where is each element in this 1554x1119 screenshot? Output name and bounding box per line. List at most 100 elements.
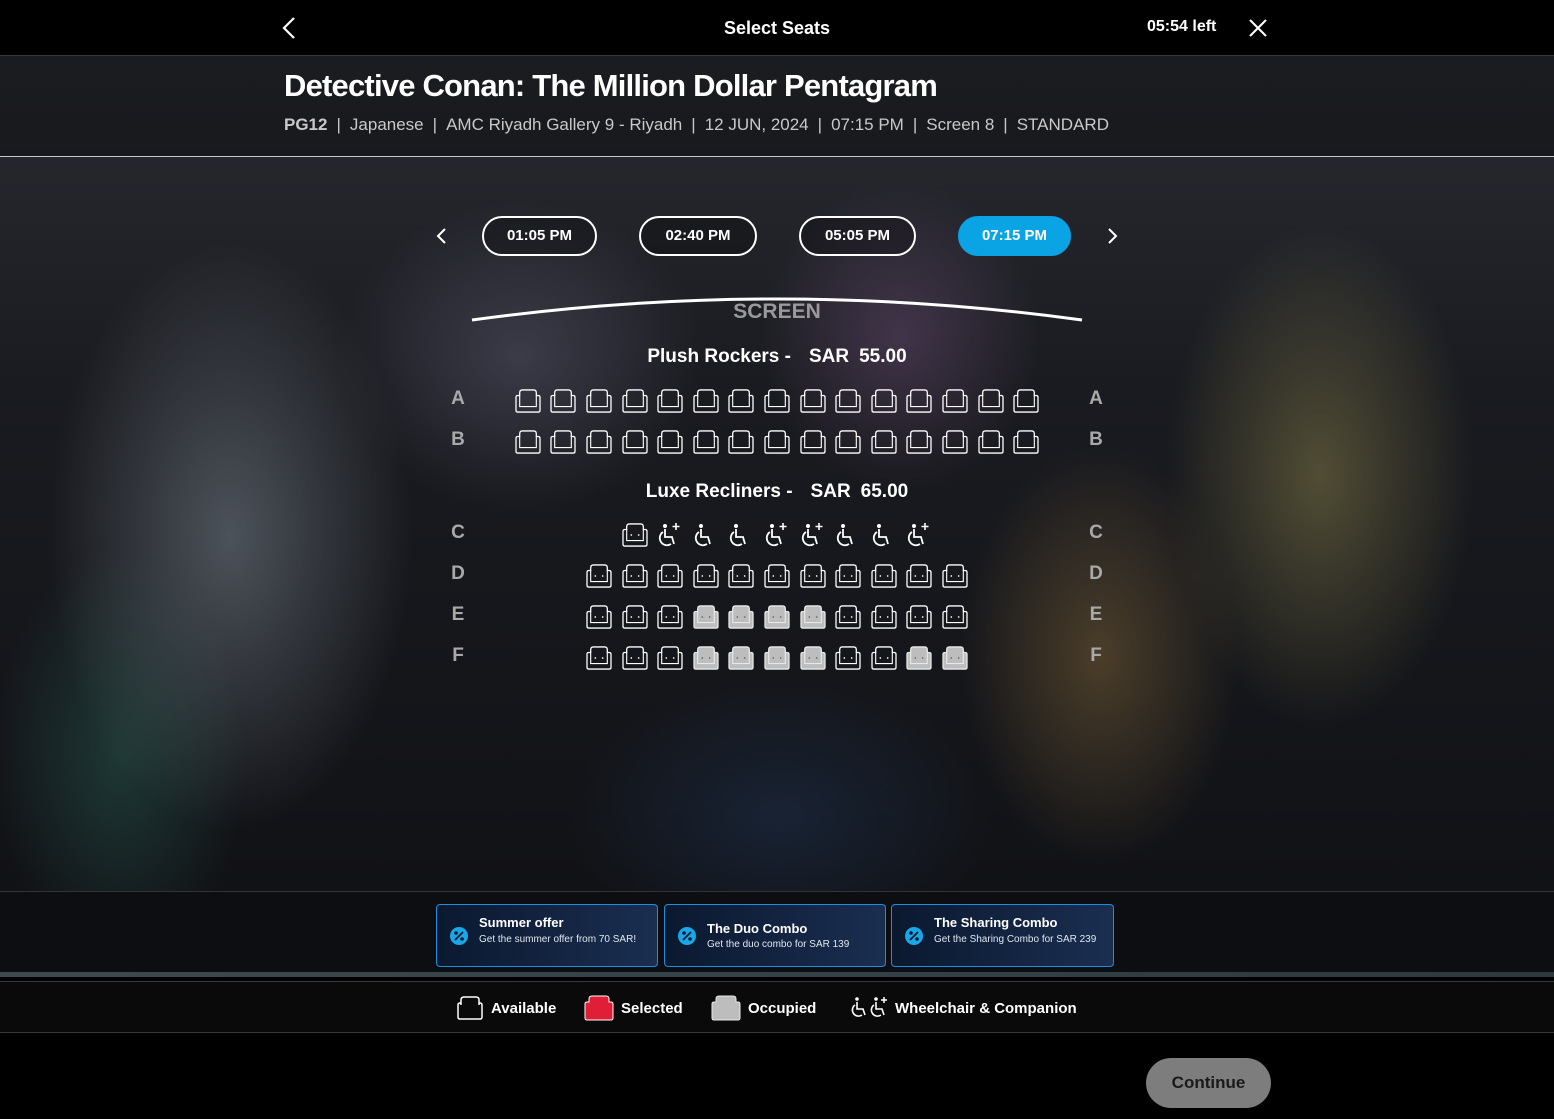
prev-showtime-arrow-icon[interactable] bbox=[432, 224, 452, 248]
row-letter-f-right: F bbox=[1090, 645, 1102, 666]
row-letter-b-right: B bbox=[1089, 429, 1103, 450]
seat-c2-companion-icon[interactable] bbox=[656, 522, 684, 548]
section-title-plush-rockers: Plush Rockers - SAR 55.00 bbox=[0, 346, 1554, 368]
section-name: Plush Rockers - bbox=[647, 346, 791, 367]
seat-e9-available[interactable] bbox=[870, 605, 898, 629]
close-icon[interactable] bbox=[1246, 16, 1270, 40]
seat-d9-available[interactable] bbox=[870, 564, 898, 588]
seat-c4-wheelchair-icon[interactable] bbox=[727, 522, 755, 548]
seat-a14-available[interactable] bbox=[977, 389, 1005, 413]
seat-d7-available[interactable] bbox=[799, 564, 827, 588]
show-time: 07:15 PM bbox=[831, 115, 904, 134]
showtime-0240[interactable]: 02:40 PM bbox=[639, 216, 757, 256]
seat-a3-available[interactable] bbox=[585, 389, 613, 413]
seat-a9-available[interactable] bbox=[799, 389, 827, 413]
screen-label: SCREEN bbox=[733, 300, 821, 323]
available-seat-icon bbox=[457, 996, 483, 1020]
seat-b14-available[interactable] bbox=[977, 430, 1005, 454]
seat-c1-available[interactable] bbox=[621, 523, 649, 547]
seat-c3-wheelchair-icon[interactable] bbox=[692, 522, 720, 548]
rating-badge: PG12 bbox=[284, 115, 328, 134]
seat-f10-occupied bbox=[905, 646, 933, 670]
top-bar: Select Seats 05:54 left bbox=[0, 0, 1554, 56]
seat-d2-available[interactable] bbox=[621, 564, 649, 588]
screen-number: Screen 8 bbox=[926, 115, 995, 134]
seat-d3-available[interactable] bbox=[656, 564, 684, 588]
seat-e2-available[interactable] bbox=[621, 605, 649, 629]
seat-b15-available[interactable] bbox=[1012, 430, 1040, 454]
seat-d1-available[interactable] bbox=[585, 564, 613, 588]
seat-e11-available[interactable] bbox=[941, 605, 969, 629]
percent-badge-icon bbox=[678, 927, 696, 945]
seat-d10-available[interactable] bbox=[905, 564, 933, 588]
seat-a8-available[interactable] bbox=[763, 389, 791, 413]
offers-divider bbox=[0, 972, 1554, 977]
seat-b5-available[interactable] bbox=[656, 430, 684, 454]
seat-c7-wheelchair-icon[interactable] bbox=[834, 522, 862, 548]
seat-b2-available[interactable] bbox=[549, 430, 577, 454]
seat-e10-available[interactable] bbox=[905, 605, 933, 629]
seat-d6-available[interactable] bbox=[763, 564, 791, 588]
seat-f1-available[interactable] bbox=[585, 646, 613, 670]
movie-title: Detective Conan: The Million Dollar Pent… bbox=[284, 68, 938, 103]
seat-d5-available[interactable] bbox=[727, 564, 755, 588]
seat-a4-available[interactable] bbox=[621, 389, 649, 413]
seat-c6-companion-icon[interactable] bbox=[799, 522, 827, 548]
seat-c5-companion-icon[interactable] bbox=[763, 522, 791, 548]
seat-b7-available[interactable] bbox=[727, 430, 755, 454]
next-showtime-arrow-icon[interactable] bbox=[1102, 224, 1122, 248]
seat-a5-available[interactable] bbox=[656, 389, 684, 413]
row-letter-a-right: A bbox=[1089, 388, 1103, 409]
seat-b6-available[interactable] bbox=[692, 430, 720, 454]
seat-c8-wheelchair-icon[interactable] bbox=[870, 522, 898, 548]
seat-d8-available[interactable] bbox=[834, 564, 862, 588]
seat-b13-available[interactable] bbox=[941, 430, 969, 454]
seat-b12-available[interactable] bbox=[905, 430, 933, 454]
seat-f3-available[interactable] bbox=[656, 646, 684, 670]
seat-e1-available[interactable] bbox=[585, 605, 613, 629]
selected-seat-icon bbox=[584, 995, 614, 1021]
continue-button[interactable]: Continue bbox=[1146, 1058, 1271, 1108]
seat-b4-available[interactable] bbox=[621, 430, 649, 454]
seat-a11-available[interactable] bbox=[870, 389, 898, 413]
seat-e3-available[interactable] bbox=[656, 605, 684, 629]
row-letter-c-left: C bbox=[451, 522, 465, 543]
percent-badge-icon bbox=[450, 927, 468, 945]
page-title: Select Seats bbox=[723, 18, 831, 38]
seat-d11-available[interactable] bbox=[941, 564, 969, 588]
seat-b8-available[interactable] bbox=[763, 430, 791, 454]
seat-b9-available[interactable] bbox=[799, 430, 827, 454]
seat-b10-available[interactable] bbox=[834, 430, 862, 454]
seat-a2-available[interactable] bbox=[549, 389, 577, 413]
showtime-0715-selected[interactable]: 07:15 PM bbox=[958, 216, 1071, 256]
seat-a15-available[interactable] bbox=[1012, 389, 1040, 413]
seat-a6-available[interactable] bbox=[692, 389, 720, 413]
showtime-0505[interactable]: 05:05 PM bbox=[799, 216, 916, 256]
seat-a13-available[interactable] bbox=[941, 389, 969, 413]
offer-card-duo-combo[interactable]: The Duo Combo Get the duo combo for SAR … bbox=[664, 904, 886, 967]
seat-e8-available[interactable] bbox=[834, 605, 862, 629]
seat-a10-available[interactable] bbox=[834, 389, 862, 413]
seat-b1-available[interactable] bbox=[514, 430, 542, 454]
seat-f9-available[interactable] bbox=[870, 646, 898, 670]
seat-a1-available[interactable] bbox=[514, 389, 542, 413]
seat-d4-available[interactable] bbox=[692, 564, 720, 588]
seat-legend: Available Selected Occupied Wheelchair &… bbox=[0, 981, 1554, 1033]
row-letter-e-right: E bbox=[1089, 604, 1103, 625]
seat-b3-available[interactable] bbox=[585, 430, 613, 454]
offer-description: Get the summer offer from 70 SAR! bbox=[479, 934, 637, 945]
seat-f2-available[interactable] bbox=[621, 646, 649, 670]
section-currency: SAR bbox=[808, 346, 850, 367]
footer: Continue bbox=[0, 1033, 1554, 1119]
seat-b11-available[interactable] bbox=[870, 430, 898, 454]
session-timer: 05:54 left bbox=[1147, 18, 1217, 35]
seat-a7-available[interactable] bbox=[727, 389, 755, 413]
offer-card-summer[interactable]: Summer offer Get the summer offer from 7… bbox=[436, 904, 658, 967]
seat-f11-occupied bbox=[941, 646, 969, 670]
offer-card-sharing-combo[interactable]: The Sharing Combo Get the Sharing Combo … bbox=[891, 904, 1114, 967]
showtime-0105[interactable]: 01:05 PM bbox=[482, 216, 597, 256]
seat-c9-companion-icon[interactable] bbox=[905, 522, 933, 548]
seat-f8-available[interactable] bbox=[834, 646, 862, 670]
seat-a12-available[interactable] bbox=[905, 389, 933, 413]
legend-label: Wheelchair & Companion bbox=[895, 999, 1077, 1017]
